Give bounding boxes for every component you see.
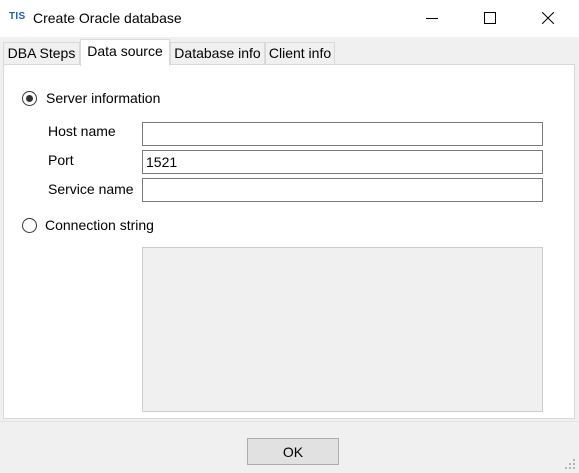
connection-string-radio[interactable]	[22, 218, 37, 233]
title-bar: TIS Create Oracle database	[0, 0, 579, 37]
close-icon	[542, 12, 554, 24]
footer-divider	[0, 421, 579, 422]
close-button[interactable]	[525, 0, 571, 37]
port-input[interactable]	[142, 150, 543, 174]
host-name-label: Host name	[48, 123, 116, 139]
maximize-icon	[484, 12, 496, 24]
minimize-button[interactable]	[409, 0, 455, 37]
service-name-input[interactable]	[142, 178, 543, 202]
tab-client-info[interactable]: Client info	[265, 42, 335, 64]
dialog-window: TIS Create Oracle database DBA Steps Dat…	[0, 0, 579, 473]
minimize-icon	[426, 18, 438, 19]
data-source-panel: Server information Host name Port Servic…	[3, 64, 575, 419]
tab-strip: DBA Steps Data source Database info Clie…	[0, 37, 579, 66]
port-label: Port	[48, 152, 74, 168]
window-title: Create Oracle database	[33, 10, 182, 26]
service-name-label: Service name	[48, 181, 134, 197]
server-information-label[interactable]: Server information	[46, 90, 160, 106]
app-logo: TIS	[9, 11, 26, 22]
connection-string-textarea[interactable]	[142, 247, 543, 412]
maximize-button[interactable]	[467, 0, 513, 37]
server-information-radio[interactable]	[22, 91, 37, 106]
connection-string-label[interactable]: Connection string	[45, 217, 154, 233]
resize-grip-icon[interactable]	[564, 458, 576, 470]
host-name-input[interactable]	[142, 122, 543, 146]
tab-dba-steps[interactable]: DBA Steps	[3, 42, 80, 64]
ok-button[interactable]: OK	[247, 438, 339, 465]
tab-database-info[interactable]: Database info	[170, 42, 265, 64]
tab-data-source[interactable]: Data source	[80, 39, 170, 66]
radio-selected-dot	[26, 95, 33, 102]
